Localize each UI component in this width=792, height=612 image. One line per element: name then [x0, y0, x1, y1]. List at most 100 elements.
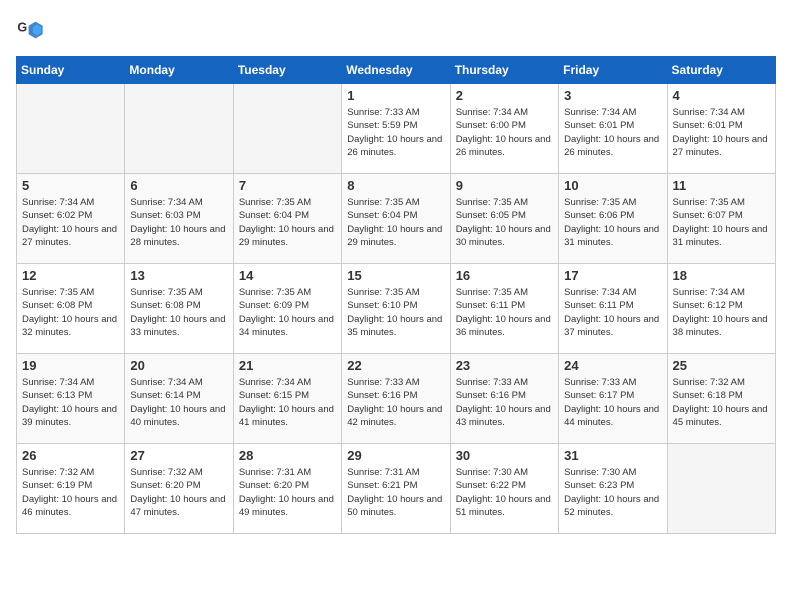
- day-info: Sunrise: 7:31 AM Sunset: 6:20 PM Dayligh…: [239, 466, 336, 519]
- day-info: Sunrise: 7:34 AM Sunset: 6:03 PM Dayligh…: [130, 196, 227, 249]
- day-info: Sunrise: 7:35 AM Sunset: 6:09 PM Dayligh…: [239, 286, 336, 339]
- day-info: Sunrise: 7:33 AM Sunset: 6:16 PM Dayligh…: [347, 376, 444, 429]
- day-info: Sunrise: 7:33 AM Sunset: 6:16 PM Dayligh…: [456, 376, 553, 429]
- day-cell: 12 Sunrise: 7:35 AM Sunset: 6:08 PM Dayl…: [17, 264, 125, 354]
- day-info: Sunrise: 7:35 AM Sunset: 6:04 PM Dayligh…: [347, 196, 444, 249]
- weekday-header: Sunday: [17, 57, 125, 84]
- day-number: 21: [239, 358, 336, 373]
- day-number: 9: [456, 178, 553, 193]
- day-cell: 2 Sunrise: 7:34 AM Sunset: 6:00 PM Dayli…: [450, 84, 558, 174]
- day-number: 19: [22, 358, 119, 373]
- day-cell: 22 Sunrise: 7:33 AM Sunset: 6:16 PM Dayl…: [342, 354, 450, 444]
- day-number: 2: [456, 88, 553, 103]
- day-cell: 8 Sunrise: 7:35 AM Sunset: 6:04 PM Dayli…: [342, 174, 450, 264]
- svg-text:G: G: [17, 20, 27, 34]
- day-number: 24: [564, 358, 661, 373]
- day-cell: 13 Sunrise: 7:35 AM Sunset: 6:08 PM Dayl…: [125, 264, 233, 354]
- day-info: Sunrise: 7:34 AM Sunset: 6:01 PM Dayligh…: [564, 106, 661, 159]
- day-info: Sunrise: 7:30 AM Sunset: 6:23 PM Dayligh…: [564, 466, 661, 519]
- day-number: 7: [239, 178, 336, 193]
- day-number: 8: [347, 178, 444, 193]
- day-number: 20: [130, 358, 227, 373]
- weekday-header: Thursday: [450, 57, 558, 84]
- weekday-header: Tuesday: [233, 57, 341, 84]
- day-info: Sunrise: 7:32 AM Sunset: 6:19 PM Dayligh…: [22, 466, 119, 519]
- day-number: 13: [130, 268, 227, 283]
- day-cell: 29 Sunrise: 7:31 AM Sunset: 6:21 PM Dayl…: [342, 444, 450, 534]
- day-cell: 26 Sunrise: 7:32 AM Sunset: 6:19 PM Dayl…: [17, 444, 125, 534]
- calendar-body: 1 Sunrise: 7:33 AM Sunset: 5:59 PM Dayli…: [17, 84, 776, 534]
- day-number: 3: [564, 88, 661, 103]
- day-cell: 18 Sunrise: 7:34 AM Sunset: 6:12 PM Dayl…: [667, 264, 775, 354]
- day-info: Sunrise: 7:34 AM Sunset: 6:01 PM Dayligh…: [673, 106, 770, 159]
- day-number: 30: [456, 448, 553, 463]
- calendar-header-row: SundayMondayTuesdayWednesdayThursdayFrid…: [17, 57, 776, 84]
- weekday-header: Friday: [559, 57, 667, 84]
- empty-cell: [233, 84, 341, 174]
- empty-cell: [125, 84, 233, 174]
- day-info: Sunrise: 7:34 AM Sunset: 6:15 PM Dayligh…: [239, 376, 336, 429]
- day-cell: 23 Sunrise: 7:33 AM Sunset: 6:16 PM Dayl…: [450, 354, 558, 444]
- day-info: Sunrise: 7:34 AM Sunset: 6:00 PM Dayligh…: [456, 106, 553, 159]
- day-number: 1: [347, 88, 444, 103]
- day-info: Sunrise: 7:34 AM Sunset: 6:13 PM Dayligh…: [22, 376, 119, 429]
- empty-cell: [17, 84, 125, 174]
- day-cell: 25 Sunrise: 7:32 AM Sunset: 6:18 PM Dayl…: [667, 354, 775, 444]
- day-cell: 20 Sunrise: 7:34 AM Sunset: 6:14 PM Dayl…: [125, 354, 233, 444]
- day-number: 29: [347, 448, 444, 463]
- day-number: 28: [239, 448, 336, 463]
- day-cell: 11 Sunrise: 7:35 AM Sunset: 6:07 PM Dayl…: [667, 174, 775, 264]
- day-info: Sunrise: 7:34 AM Sunset: 6:14 PM Dayligh…: [130, 376, 227, 429]
- day-number: 23: [456, 358, 553, 373]
- day-number: 31: [564, 448, 661, 463]
- weekday-header: Monday: [125, 57, 233, 84]
- calendar-week-row: 12 Sunrise: 7:35 AM Sunset: 6:08 PM Dayl…: [17, 264, 776, 354]
- day-cell: 14 Sunrise: 7:35 AM Sunset: 6:09 PM Dayl…: [233, 264, 341, 354]
- logo-icon: G: [16, 16, 44, 44]
- logo: G: [16, 16, 48, 44]
- day-info: Sunrise: 7:35 AM Sunset: 6:06 PM Dayligh…: [564, 196, 661, 249]
- day-number: 15: [347, 268, 444, 283]
- day-number: 12: [22, 268, 119, 283]
- day-cell: 10 Sunrise: 7:35 AM Sunset: 6:06 PM Dayl…: [559, 174, 667, 264]
- day-number: 26: [22, 448, 119, 463]
- calendar-week-row: 5 Sunrise: 7:34 AM Sunset: 6:02 PM Dayli…: [17, 174, 776, 264]
- day-cell: 27 Sunrise: 7:32 AM Sunset: 6:20 PM Dayl…: [125, 444, 233, 534]
- day-info: Sunrise: 7:35 AM Sunset: 6:11 PM Dayligh…: [456, 286, 553, 339]
- day-info: Sunrise: 7:32 AM Sunset: 6:20 PM Dayligh…: [130, 466, 227, 519]
- page-header: G: [16, 16, 776, 44]
- day-info: Sunrise: 7:32 AM Sunset: 6:18 PM Dayligh…: [673, 376, 770, 429]
- day-cell: 5 Sunrise: 7:34 AM Sunset: 6:02 PM Dayli…: [17, 174, 125, 264]
- day-info: Sunrise: 7:30 AM Sunset: 6:22 PM Dayligh…: [456, 466, 553, 519]
- day-cell: 3 Sunrise: 7:34 AM Sunset: 6:01 PM Dayli…: [559, 84, 667, 174]
- day-info: Sunrise: 7:34 AM Sunset: 6:02 PM Dayligh…: [22, 196, 119, 249]
- day-number: 22: [347, 358, 444, 373]
- day-info: Sunrise: 7:31 AM Sunset: 6:21 PM Dayligh…: [347, 466, 444, 519]
- day-number: 17: [564, 268, 661, 283]
- day-cell: 17 Sunrise: 7:34 AM Sunset: 6:11 PM Dayl…: [559, 264, 667, 354]
- day-number: 11: [673, 178, 770, 193]
- day-number: 16: [456, 268, 553, 283]
- day-cell: 16 Sunrise: 7:35 AM Sunset: 6:11 PM Dayl…: [450, 264, 558, 354]
- day-number: 5: [22, 178, 119, 193]
- day-info: Sunrise: 7:35 AM Sunset: 6:08 PM Dayligh…: [130, 286, 227, 339]
- empty-cell: [667, 444, 775, 534]
- calendar-week-row: 1 Sunrise: 7:33 AM Sunset: 5:59 PM Dayli…: [17, 84, 776, 174]
- day-info: Sunrise: 7:35 AM Sunset: 6:05 PM Dayligh…: [456, 196, 553, 249]
- day-cell: 6 Sunrise: 7:34 AM Sunset: 6:03 PM Dayli…: [125, 174, 233, 264]
- day-cell: 30 Sunrise: 7:30 AM Sunset: 6:22 PM Dayl…: [450, 444, 558, 534]
- calendar-table: SundayMondayTuesdayWednesdayThursdayFrid…: [16, 56, 776, 534]
- day-number: 4: [673, 88, 770, 103]
- day-number: 6: [130, 178, 227, 193]
- day-info: Sunrise: 7:33 AM Sunset: 6:17 PM Dayligh…: [564, 376, 661, 429]
- day-cell: 1 Sunrise: 7:33 AM Sunset: 5:59 PM Dayli…: [342, 84, 450, 174]
- day-cell: 9 Sunrise: 7:35 AM Sunset: 6:05 PM Dayli…: [450, 174, 558, 264]
- day-number: 18: [673, 268, 770, 283]
- day-cell: 31 Sunrise: 7:30 AM Sunset: 6:23 PM Dayl…: [559, 444, 667, 534]
- day-info: Sunrise: 7:34 AM Sunset: 6:11 PM Dayligh…: [564, 286, 661, 339]
- day-info: Sunrise: 7:34 AM Sunset: 6:12 PM Dayligh…: [673, 286, 770, 339]
- weekday-header: Wednesday: [342, 57, 450, 84]
- day-number: 10: [564, 178, 661, 193]
- day-cell: 21 Sunrise: 7:34 AM Sunset: 6:15 PM Dayl…: [233, 354, 341, 444]
- calendar-week-row: 26 Sunrise: 7:32 AM Sunset: 6:19 PM Dayl…: [17, 444, 776, 534]
